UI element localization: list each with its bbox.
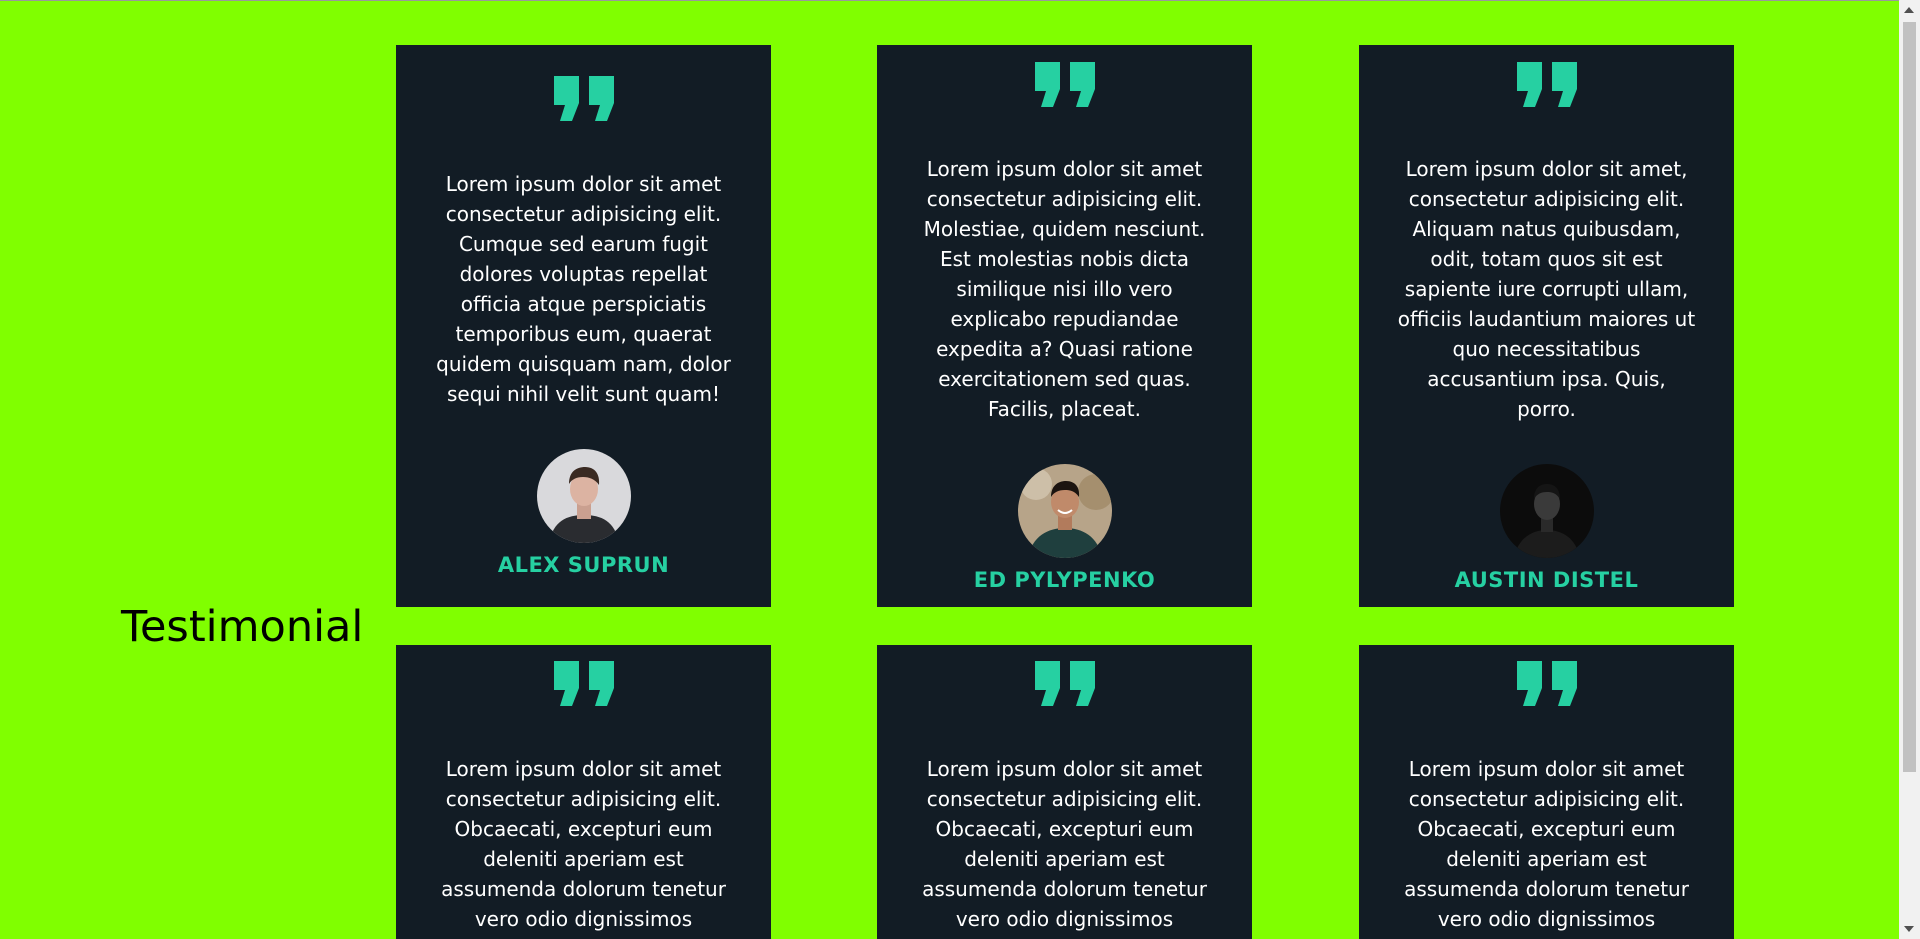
avatar xyxy=(1017,464,1112,558)
scrollbar-thumb[interactable] xyxy=(1903,22,1916,772)
testimonial-card: Lorem ipsum dolor sit amet consectetur a… xyxy=(396,645,771,939)
section-title: Testimonial xyxy=(121,602,364,652)
quote-icon xyxy=(1514,645,1580,707)
testimonial-card: Lorem ipsum dolor sit amet consectetur a… xyxy=(877,45,1252,607)
page-viewport: Testimonial Lorem ipsum dolor sit amet c… xyxy=(0,1,1899,939)
testimonial-text: Lorem ipsum dolor sit amet, consectetur … xyxy=(1397,157,1696,421)
testimonial-text: Lorem ipsum dolor sit amet consectetur a… xyxy=(922,757,1207,931)
testimonial-text: Lorem ipsum dolor sit amet consectetur a… xyxy=(436,172,731,406)
scroll-down-icon[interactable] xyxy=(1904,926,1914,932)
testimonial-card: Lorem ipsum dolor sit amet consectetur a… xyxy=(1359,645,1734,939)
avatar xyxy=(536,449,631,543)
testimonial-text: Lorem ipsum dolor sit amet consectetur a… xyxy=(441,757,726,931)
testimonial-name: AUSTIN DISTEL xyxy=(1454,568,1639,592)
quote-icon xyxy=(1514,45,1580,108)
vertical-scrollbar[interactable] xyxy=(1899,0,1920,939)
quote-icon xyxy=(551,645,617,707)
testimonial-text: Lorem ipsum dolor sit amet consectetur a… xyxy=(1404,757,1689,931)
testimonial-card: Lorem ipsum dolor sit amet consectetur a… xyxy=(396,45,771,607)
scroll-up-icon[interactable] xyxy=(1904,7,1914,13)
testimonial-card: Lorem ipsum dolor sit amet, consectetur … xyxy=(1359,45,1734,607)
testimonial-name: ED PYLYPENKO xyxy=(973,568,1156,592)
quote-icon xyxy=(1032,45,1098,108)
avatar xyxy=(1499,464,1594,558)
testimonial-text: Lorem ipsum dolor sit amet consectetur a… xyxy=(923,157,1206,421)
quote-icon xyxy=(551,45,617,122)
testimonial-name: ALEX SUPRUN xyxy=(497,553,670,577)
quote-icon xyxy=(1032,645,1098,707)
testimonial-card: Lorem ipsum dolor sit amet consectetur a… xyxy=(877,645,1252,939)
